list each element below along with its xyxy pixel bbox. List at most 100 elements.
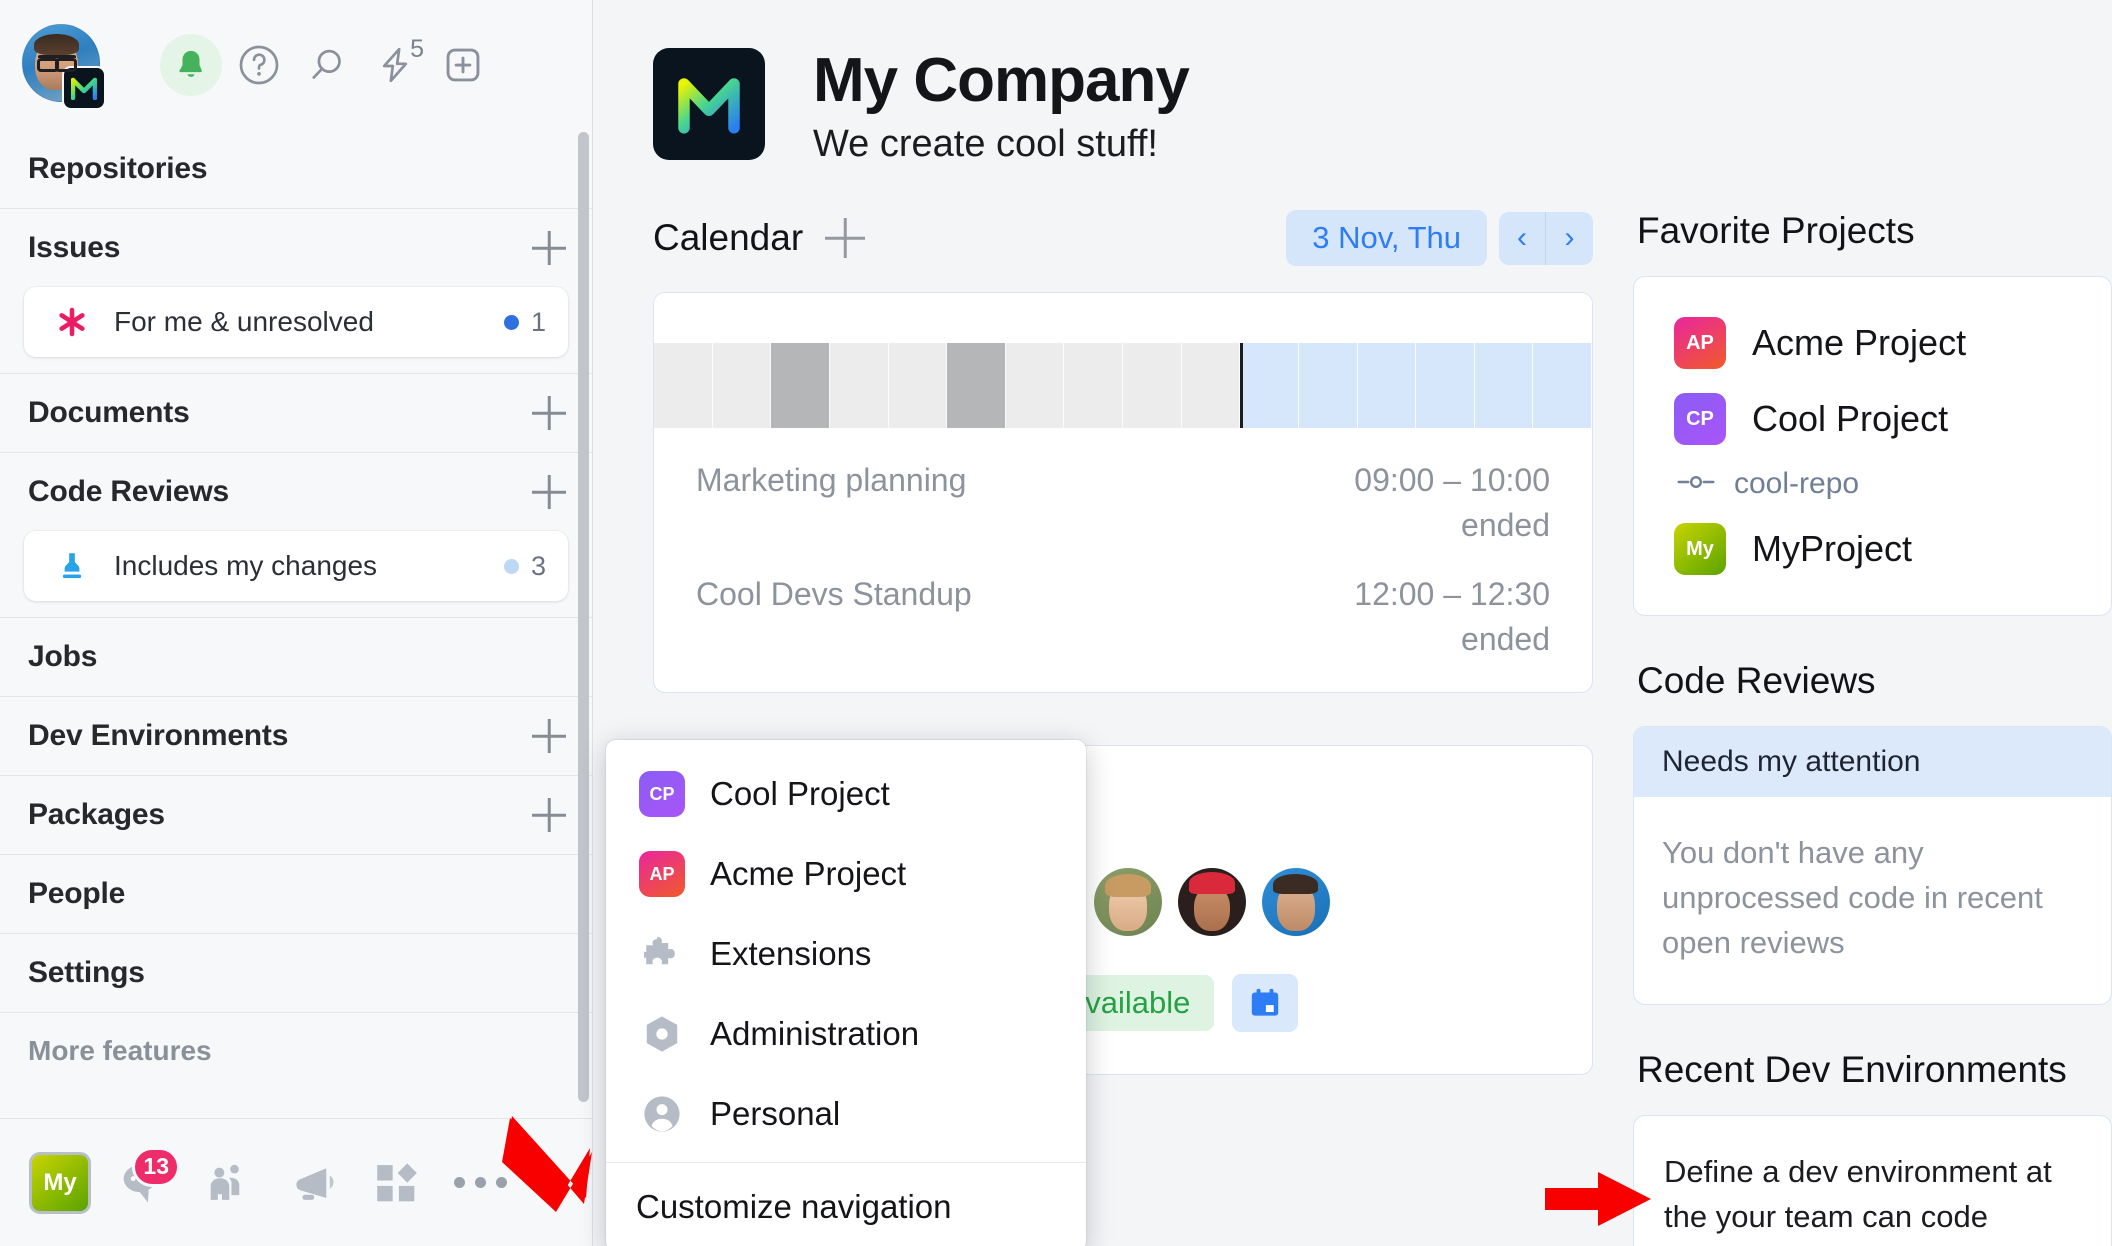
person-personal-icon [636, 1092, 688, 1136]
more-features-label[interactable]: More features [0, 1013, 592, 1083]
timeline-cell-future[interactable] [1474, 343, 1534, 429]
sidebar-item-label: Jobs [28, 640, 98, 673]
company-tagline: We create cool stuff! [813, 123, 1158, 166]
timeline-cell[interactable] [888, 343, 948, 429]
menu-item-label: Extensions [710, 935, 872, 972]
sidebar-topbar: 5 [0, 0, 592, 130]
event-name: Cool Devs Standup [696, 576, 972, 613]
add-calendar-event-plus-icon[interactable] [825, 218, 865, 258]
meetings-icon[interactable] [190, 1145, 266, 1221]
search-icon[interactable] [296, 34, 358, 96]
calendar-event-row[interactable]: Marketing planning 09:00 – 10:00 ended [654, 428, 1592, 554]
calendar-timeline[interactable] [654, 343, 1592, 429]
sidebar-section-repositories: Repositories [0, 130, 592, 209]
dev-environments-text: Define a dev environment at the your tea… [1664, 1153, 2052, 1246]
calendar-date-pill[interactable]: 3 Nov, Thu [1286, 210, 1487, 267]
sidebar-item-dev-environments[interactable]: Dev Environments [0, 697, 592, 775]
timeline-cell[interactable] [654, 343, 713, 429]
timeline-cell-future[interactable] [1416, 343, 1475, 429]
sidebar-item-people[interactable]: People [0, 855, 592, 933]
m-logo-icon [71, 77, 97, 100]
apps-grid-icon[interactable] [358, 1145, 434, 1221]
menu-item-customize-navigation[interactable]: Customize navigation [606, 1163, 1086, 1246]
sidebar-item-issues[interactable]: Issues [0, 209, 592, 287]
sidebar-section-code-reviews: Code Reviews Includes my changes 3 [0, 453, 592, 618]
help-question-icon[interactable] [228, 34, 290, 96]
avatar[interactable] [1178, 868, 1246, 937]
timeline-cell[interactable] [712, 343, 772, 429]
sidebar-section-documents: Documents [0, 374, 592, 453]
event-meta: 09:00 – 10:00 ended [1354, 462, 1550, 544]
page-title: My Company [813, 46, 1190, 115]
sidebar-subitem-includes-my-changes[interactable]: Includes my changes 3 [24, 531, 568, 601]
sidebar-item-settings[interactable]: Settings [0, 934, 592, 1012]
calendar-prev-arrow-icon[interactable]: ‹ [1499, 211, 1546, 265]
timeline-cell-future[interactable] [1240, 343, 1299, 429]
timeline-cell-future[interactable] [1357, 343, 1417, 429]
count-value: 1 [530, 306, 546, 337]
timeline-cell[interactable] [1064, 343, 1123, 429]
project-name: MyProject [1752, 528, 1913, 570]
sidebar-item-code-reviews[interactable]: Code Reviews [0, 453, 592, 531]
timeline-cell-future[interactable] [1533, 343, 1592, 429]
project-my-button[interactable]: My [22, 1145, 98, 1221]
sidebar-subitem-for-me-unresolved[interactable]: For me & unresolved 1 [24, 287, 568, 357]
sidebar-item-label: Issues [28, 231, 121, 264]
sidebar-item-packages[interactable]: Packages [0, 776, 592, 854]
project-avatar-icon: My [1674, 523, 1726, 576]
menu-item-cool-project[interactable]: CP Cool Project [606, 754, 1086, 834]
empty-state-text: You don't have any unprocessed code in r… [1662, 835, 2043, 960]
topbar-icon-group: 5 [160, 34, 494, 96]
calendar-nav-arrows: ‹ › [1499, 211, 1593, 265]
repo-name: cool-repo [1734, 467, 1860, 501]
timeline-cell-busy[interactable] [771, 343, 830, 429]
add-document-plus-icon[interactable] [532, 396, 566, 430]
timeline-cell[interactable] [1123, 343, 1182, 429]
calendar-icon [1252, 988, 1279, 1016]
sidebar-subitem-label: For me & unresolved [114, 306, 374, 337]
sidebar-item-repositories[interactable]: Repositories [0, 130, 592, 208]
asterisk-icon [52, 305, 92, 339]
favorite-repo-item[interactable]: cool-repo [1666, 457, 2079, 511]
new-item-plus-icon[interactable] [432, 34, 494, 96]
menu-item-acme-project[interactable]: AP Acme Project [606, 834, 1086, 914]
blogs-megaphone-icon[interactable] [274, 1145, 350, 1221]
sidebar-item-jobs[interactable]: Jobs [0, 618, 592, 696]
favorite-project-item[interactable]: My MyProject [1666, 511, 2079, 587]
chats-icon[interactable]: 13 [106, 1145, 182, 1221]
add-issue-plus-icon[interactable] [532, 231, 566, 265]
favorite-project-item[interactable]: CP Cool Project [1666, 381, 2079, 457]
menu-item-administration[interactable]: Administration [606, 994, 1086, 1074]
sidebar-scrollbar[interactable] [578, 132, 589, 1102]
calendar-event-row[interactable]: Cool Devs Standup 12:00 – 12:30 ended [654, 554, 1592, 692]
avatar[interactable] [1094, 868, 1162, 937]
status-dot [503, 314, 519, 330]
avatar[interactable] [22, 24, 106, 110]
timeline-cell-busy[interactable] [947, 343, 1006, 429]
avatar[interactable] [1262, 868, 1330, 937]
project-cp-icon: CP [636, 771, 688, 817]
favorite-project-item[interactable]: AP Acme Project [1666, 305, 2079, 381]
timeline-cell-future[interactable] [1298, 343, 1358, 429]
timeline-cell[interactable] [1005, 343, 1065, 429]
sidebar-item-documents[interactable]: Documents [0, 374, 592, 452]
calendar-icon-button[interactable] [1232, 974, 1299, 1033]
add-dev-environment-plus-icon[interactable] [532, 719, 566, 753]
sidebar-section-dev-environments: Dev Environments [0, 697, 592, 776]
tab-needs-my-attention[interactable]: Needs my attention [1634, 727, 2111, 798]
timeline-cell[interactable] [1181, 343, 1241, 429]
menu-item-personal[interactable]: Personal [606, 1074, 1086, 1154]
hexagon-administration-icon [636, 1012, 688, 1056]
notifications-bell-icon[interactable] [160, 34, 222, 96]
add-code-review-plus-icon[interactable] [532, 475, 566, 509]
lightning-bolt-icon[interactable]: 5 [364, 34, 426, 96]
recent-dev-environments-title: Recent Dev Environments [1637, 1048, 2067, 1090]
event-time: 12:00 – 12:30 [1354, 576, 1550, 613]
calendar-next-arrow-icon[interactable]: › [1546, 212, 1593, 265]
count-value: 3 [530, 550, 546, 581]
project-avatar-icon: CP [1674, 393, 1726, 446]
menu-item-extensions[interactable]: Extensions [606, 914, 1086, 994]
sidebar-item-label: Dev Environments [28, 719, 289, 752]
add-package-plus-icon[interactable] [532, 798, 566, 832]
timeline-cell[interactable] [829, 343, 889, 429]
